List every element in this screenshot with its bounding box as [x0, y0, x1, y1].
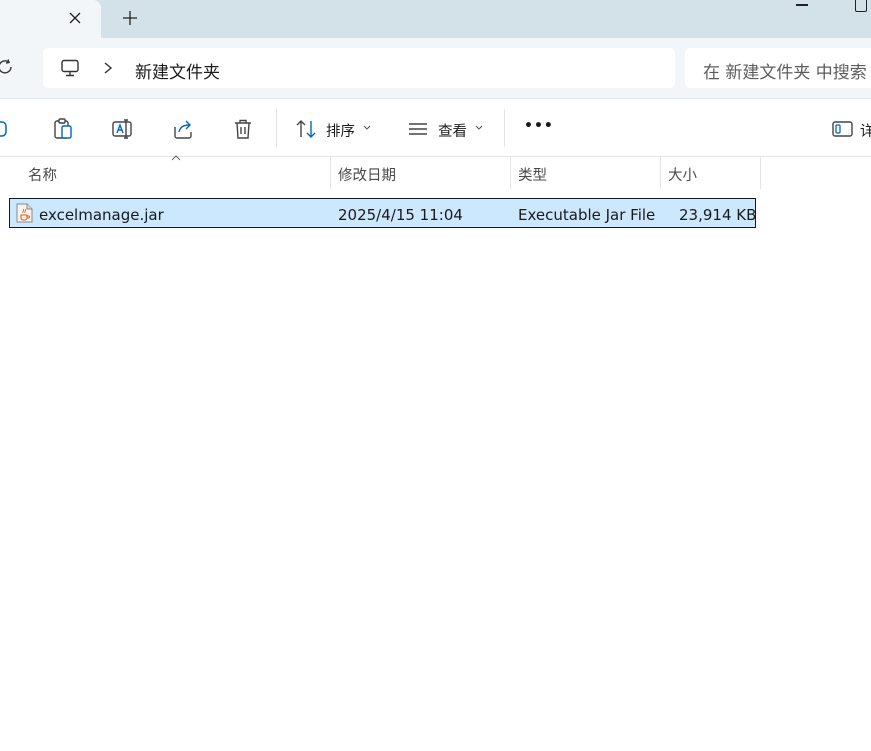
maximize-button[interactable] [855, 0, 867, 12]
file-modified: 2025/4/15 11:04 [338, 206, 463, 224]
toolbar-divider [276, 109, 277, 147]
toolbar-divider [504, 109, 505, 147]
more-options-button[interactable]: ••• [524, 118, 554, 134]
breadcrumb-folder[interactable]: 新建文件夹 [135, 58, 220, 83]
details-pane-icon[interactable] [831, 117, 855, 141]
sort-icon[interactable] [294, 117, 318, 141]
minimize-button[interactable] [796, 4, 808, 6]
column-header-name[interactable]: 名称 [0, 157, 330, 189]
file-type: Executable Jar File [518, 206, 656, 224]
column-name-label: 名称 [28, 168, 57, 184]
share-icon[interactable] [171, 117, 195, 141]
file-name[interactable]: excelmanage.jar [39, 206, 164, 224]
delete-icon[interactable] [231, 117, 255, 141]
column-type-label: 类型 [518, 168, 547, 184]
column-modified-label: 修改日期 [338, 168, 396, 184]
close-icon[interactable] [65, 8, 85, 28]
cut-icon[interactable] [0, 117, 12, 141]
details-button[interactable]: 详 [860, 120, 871, 141]
chevron-right-icon[interactable] [102, 60, 114, 76]
add-tab-icon[interactable] [120, 8, 140, 28]
column-header-size[interactable]: 大小 [661, 157, 761, 189]
column-header-modified[interactable]: 修改日期 [331, 157, 511, 189]
view-icon[interactable] [406, 117, 430, 141]
column-divider[interactable] [760, 157, 761, 189]
chevron-down-icon[interactable] [362, 124, 372, 132]
tab-current[interactable] [0, 0, 101, 38]
computer-icon[interactable] [60, 58, 80, 78]
file-size: 23,914 KB [679, 206, 757, 224]
refresh-icon[interactable] [0, 58, 14, 76]
chevron-down-icon[interactable] [474, 124, 484, 132]
column-header-type[interactable]: 类型 [511, 157, 661, 189]
search-placeholder: 在 新建文件夹 中搜索 [703, 63, 867, 83]
search-input[interactable]: 在 新建文件夹 中搜索 [685, 48, 871, 88]
column-size-label: 大小 [668, 168, 697, 184]
sort-button[interactable]: 排序 [326, 120, 355, 141]
rename-icon[interactable] [111, 117, 135, 141]
view-button[interactable]: 查看 [438, 120, 467, 141]
paste-icon[interactable] [51, 117, 75, 141]
java-jar-file-icon [16, 203, 33, 223]
